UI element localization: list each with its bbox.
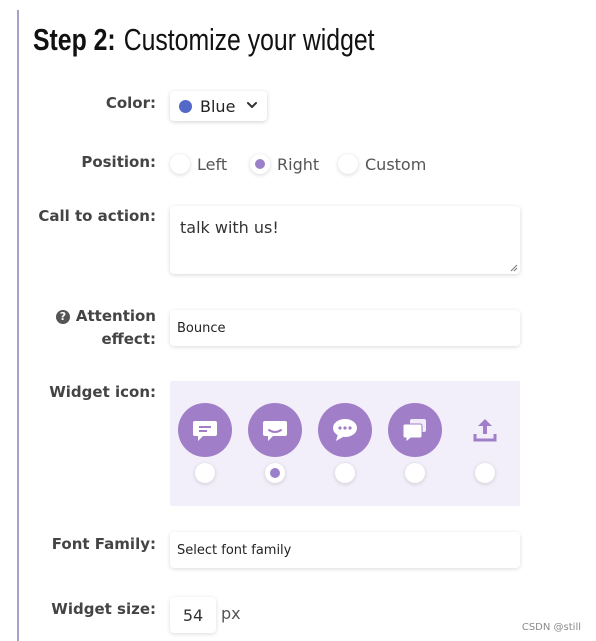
font-family-select[interactable]: Select font family — [170, 532, 520, 568]
call-to-action-textarea[interactable]: talk with us! — [170, 206, 520, 274]
attention-effect-value: Bounce — [177, 320, 226, 336]
color-swatch — [179, 99, 192, 113]
position-option-label: Right — [277, 154, 320, 174]
widget-size-value: 54 — [182, 605, 204, 625]
color-select-value: Blue — [200, 96, 236, 116]
attention-effect-label-line1: ? Attention — [55, 305, 156, 327]
step-number: Step 2: — [33, 22, 116, 57]
position-option-left[interactable]: Left — [170, 151, 227, 177]
chat-bubble-smile-icon[interactable] — [248, 403, 302, 457]
chat-bubble-lines-icon[interactable] — [178, 403, 232, 457]
attention-effect-label-line2: effect: — [101, 330, 156, 348]
widget-icon-radio-5[interactable] — [475, 463, 495, 483]
font-family-value: Select font family — [177, 542, 292, 558]
widget-icon-radio-2[interactable] — [265, 463, 285, 483]
left-border-rule — [17, 10, 19, 641]
position-option-custom[interactable]: Custom — [338, 151, 426, 177]
radio-left[interactable] — [170, 154, 190, 174]
chevron-down-icon — [247, 102, 257, 108]
color-label: Color: — [105, 94, 156, 112]
watermark: CSDN @still — [521, 622, 581, 633]
page-title: Step 2: Customize your widget — [33, 20, 375, 60]
call-to-action-label: Call to action: — [38, 207, 156, 225]
chat-bubbles-stack-icon[interactable] — [388, 403, 442, 457]
widget-size-input[interactable]: 54 — [170, 597, 216, 633]
widget-icon-radio-1[interactable] — [195, 463, 215, 483]
step-title: Customize your widget — [123, 22, 375, 57]
widget-icon-label: Widget icon: — [49, 383, 156, 401]
call-to-action-value: talk with us! — [180, 218, 279, 237]
widget-icon-radio-4[interactable] — [405, 463, 425, 483]
widget-size-unit: px — [221, 604, 241, 623]
font-family-label: Font Family: — [51, 535, 156, 553]
position-option-label: Custom — [365, 154, 427, 174]
color-select[interactable]: Blue — [170, 91, 267, 121]
attention-effect-label-text: Attention — [75, 307, 156, 325]
chat-bubble-dots-icon[interactable] — [318, 403, 372, 457]
position-label: Position: — [81, 153, 156, 171]
widget-icon-picker — [170, 381, 520, 506]
resize-handle-icon[interactable] — [510, 264, 518, 272]
widget-size-label: Widget size: — [51, 600, 156, 618]
radio-custom[interactable] — [338, 154, 358, 174]
position-option-right[interactable]: Right — [250, 151, 319, 177]
upload-icon[interactable] — [458, 403, 512, 457]
widget-icon-radio-3[interactable] — [335, 463, 355, 483]
radio-right[interactable] — [250, 154, 270, 174]
help-icon[interactable]: ? — [55, 310, 70, 324]
attention-effect-select[interactable]: Bounce — [170, 310, 520, 346]
position-option-label: Left — [197, 154, 228, 174]
